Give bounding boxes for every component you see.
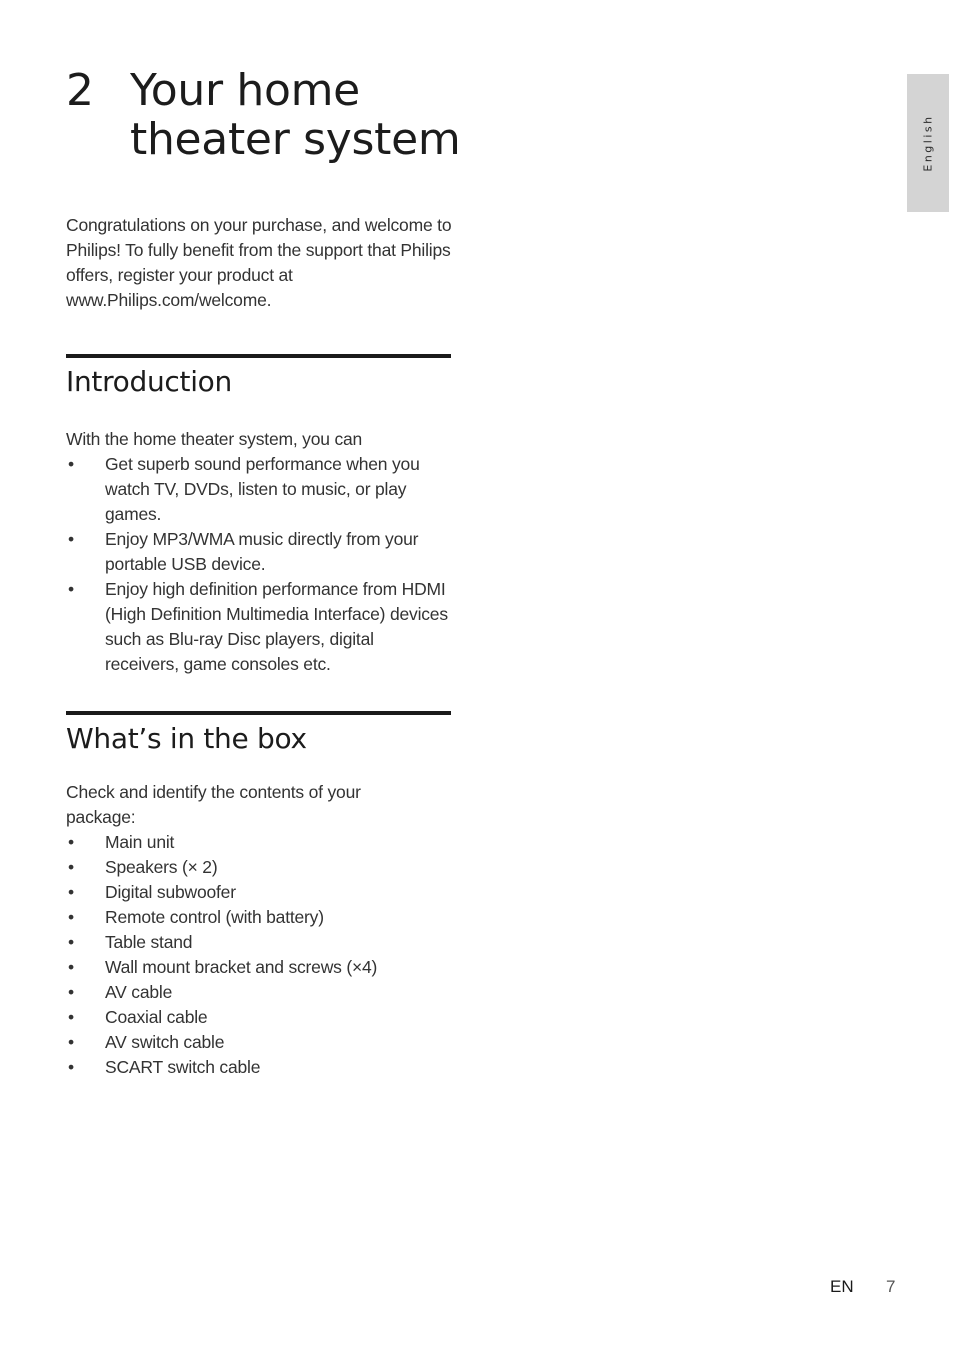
- bullet-icon: •: [68, 857, 74, 877]
- list-item-text: Main unit: [105, 832, 175, 852]
- list-item: • Enjoy MP3/WMA music directly from your …: [66, 527, 451, 577]
- list-item-text: Get superb sound performance when you wa…: [105, 454, 420, 524]
- list-item-text: Table stand: [105, 932, 193, 952]
- introduction-feature-list: • Get superb sound performance when you w…: [66, 452, 451, 677]
- list-item: • Speakers (× 2): [66, 855, 451, 880]
- language-tab-label: English: [921, 114, 935, 172]
- list-item: • Enjoy high definition performance from …: [66, 577, 451, 677]
- list-item-text: Digital subwoofer: [105, 882, 236, 902]
- list-item-text: Remote control (with battery): [105, 907, 324, 927]
- section-introduction: Introduction With the home theater syste…: [66, 354, 451, 677]
- list-item: • AV cable: [66, 980, 451, 1005]
- manual-page: 2 Your home theater system English Congr…: [0, 0, 954, 1351]
- bullet-icon: •: [68, 957, 74, 977]
- list-item-text: AV switch cable: [105, 1032, 225, 1052]
- section-title-whats-in-the-box: What’s in the box: [66, 722, 307, 755]
- list-item: • Digital subwoofer: [66, 880, 451, 905]
- bullet-icon: •: [68, 1032, 74, 1052]
- section-whats-in-the-box: What’s in the box Check and identify the…: [66, 711, 451, 1080]
- bullet-icon: •: [68, 1007, 74, 1027]
- list-item: • Main unit: [66, 830, 451, 855]
- list-item: • Get superb sound performance when you w…: [66, 452, 451, 527]
- bullet-icon: •: [68, 907, 74, 927]
- language-tab: English: [907, 74, 949, 212]
- page-number: 7: [886, 1277, 896, 1296]
- bullet-icon: •: [68, 529, 74, 549]
- footer-language-code: EN: [830, 1277, 854, 1296]
- list-item-text: AV cable: [105, 982, 173, 1002]
- bullet-icon: •: [68, 832, 74, 852]
- chapter-title: Your home theater system: [130, 65, 461, 165]
- chapter-number: 2: [66, 65, 94, 116]
- list-item: • Wall mount bracket and screws (×4): [66, 955, 451, 980]
- bullet-icon: •: [68, 454, 74, 474]
- box-contents-lead: Check and identify the contents of your …: [66, 782, 361, 827]
- list-item-text: Coaxial cable: [105, 1007, 208, 1027]
- bullet-icon: •: [68, 579, 74, 599]
- list-item-text: Enjoy MP3/WMA music directly from your p…: [105, 529, 419, 574]
- list-item-text: Enjoy high definition performance from H…: [105, 579, 448, 674]
- section-title-introduction: Introduction: [66, 365, 232, 398]
- list-item: • AV switch cable: [66, 1030, 451, 1055]
- bullet-icon: •: [68, 882, 74, 902]
- list-item-text: SCART switch cable: [105, 1057, 261, 1077]
- list-item-text: Wall mount bracket and screws (×4): [105, 957, 378, 977]
- list-item: • Table stand: [66, 930, 451, 955]
- bullet-icon: •: [68, 932, 74, 952]
- section-divider: [66, 711, 451, 715]
- list-item: • SCART switch cable: [66, 1055, 451, 1080]
- list-item: • Coaxial cable: [66, 1005, 451, 1030]
- list-item: • Remote control (with battery): [66, 905, 451, 930]
- introduction-lead: With the home theater system, you can: [66, 429, 363, 449]
- section-divider: [66, 354, 451, 358]
- intro-paragraph: Congratulations on your purchase, and we…: [66, 215, 452, 310]
- box-contents-list: • Main unit • Speakers (× 2) • Digital subw…: [66, 830, 451, 1080]
- list-item-text: Speakers (× 2): [105, 857, 218, 877]
- bullet-icon: •: [68, 1057, 74, 1077]
- bullet-icon: •: [68, 982, 74, 1002]
